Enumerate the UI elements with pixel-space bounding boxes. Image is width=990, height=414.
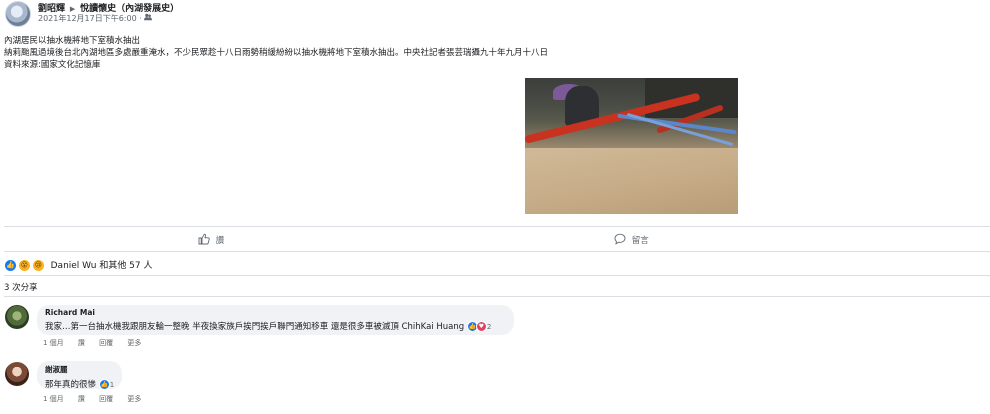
like-label: 讚 xyxy=(215,236,225,246)
commenter-name[interactable]: Richard Mai xyxy=(45,308,506,317)
comment-like-link[interactable]: 讚 xyxy=(78,339,85,347)
divider xyxy=(4,296,990,297)
post-meta: 2021年12月17日下午6:00 · xyxy=(38,13,153,24)
post-text-line: 納莉颱風過境後台北內湖地區多處嚴重淹水，不少民眾趁十八日雨勢稍緩紛紛以抽水機將地… xyxy=(4,48,549,58)
comment-button[interactable]: 留言 xyxy=(614,233,649,248)
divider xyxy=(4,275,990,276)
thumbs-up-icon xyxy=(198,233,210,248)
comment-like-link[interactable]: 讚 xyxy=(78,395,85,403)
comment-time[interactable]: 1 個月 xyxy=(43,395,64,403)
reactions-summary[interactable]: 👍 😮 😢 Daniel Wu 和其他 57 人 xyxy=(4,258,153,272)
meta-separator: · xyxy=(139,14,142,23)
comment-text: 那年真的很慘 👍 1 xyxy=(45,378,114,390)
post-photo[interactable] xyxy=(525,78,738,214)
like-button[interactable]: 讚 xyxy=(198,233,224,248)
divider xyxy=(4,251,990,252)
comment-more-link[interactable]: 更多 xyxy=(127,395,141,403)
group-icon xyxy=(144,13,153,23)
post-body: 內湖居民以抽水機將地下室積水抽出 納莉颱風過境後台北內湖地區多處嚴重淹水，不少民… xyxy=(4,35,548,71)
comment-more-link[interactable]: 更多 xyxy=(127,339,141,347)
commenter-name[interactable]: 謝淑麗 xyxy=(45,364,114,375)
comment-text: 我家…第一台抽水機我跟朋友輪一整晚 半夜換家族戶挨門挨戶聯門通知移車 還是很多車… xyxy=(45,320,506,332)
comment-time[interactable]: 1 個月 xyxy=(43,339,64,347)
comment-reply-link[interactable]: 回覆 xyxy=(99,395,113,403)
comment-body: 那年真的很慘 xyxy=(45,380,97,390)
commenter-avatar[interactable] xyxy=(5,305,29,329)
comment-bubble: 謝淑麗 那年真的很慘 👍 1 xyxy=(37,361,122,390)
like-reaction-icon: 👍 xyxy=(4,259,17,272)
reactions-text: Daniel Wu 和其他 57 人 xyxy=(50,261,153,271)
comment-footer: 1 個月 讚 回覆 更多 xyxy=(43,394,153,404)
comment-body: 我家…第一台抽水機我跟朋友輪一整晚 半夜換家族戶挨門挨戶聯門通知移車 還是很多車… xyxy=(45,322,465,332)
divider xyxy=(4,226,990,227)
shares-count[interactable]: 3 次分享 xyxy=(4,281,38,293)
comment-reaction-count: 2 xyxy=(486,322,492,331)
comment-icon xyxy=(614,233,626,248)
wow-reaction-icon: 😮 xyxy=(17,259,31,272)
post-text-line: 資料來源:國家文化記憶庫 xyxy=(4,60,101,70)
sad-reaction-icon: 😢 xyxy=(31,259,45,272)
comment-reactions[interactable]: 👍 xyxy=(98,379,110,390)
love-reaction-icon: ♥ xyxy=(475,321,487,332)
comment-reply-link[interactable]: 回覆 xyxy=(99,339,113,347)
post-text-line: 內湖居民以抽水機將地下室積水抽出 xyxy=(4,36,141,46)
comment-label: 留言 xyxy=(631,236,649,246)
post-timestamp[interactable]: 2021年12月17日下午6:00 xyxy=(38,14,137,23)
like-reaction-icon: 👍 xyxy=(98,379,110,390)
comment-bubble: Richard Mai 我家…第一台抽水機我跟朋友輪一整晚 半夜換家族戶挨門挨戶… xyxy=(37,305,514,335)
comment-reactions[interactable]: 👍 ♥ xyxy=(466,321,487,332)
arrow-right-icon: ▶ xyxy=(69,5,76,13)
comment-footer: 1 個月 讚 回覆 更多 xyxy=(43,338,153,348)
comment-reaction-count: 1 xyxy=(109,380,115,389)
commenter-avatar[interactable] xyxy=(5,362,29,386)
author-avatar[interactable] xyxy=(5,1,31,27)
